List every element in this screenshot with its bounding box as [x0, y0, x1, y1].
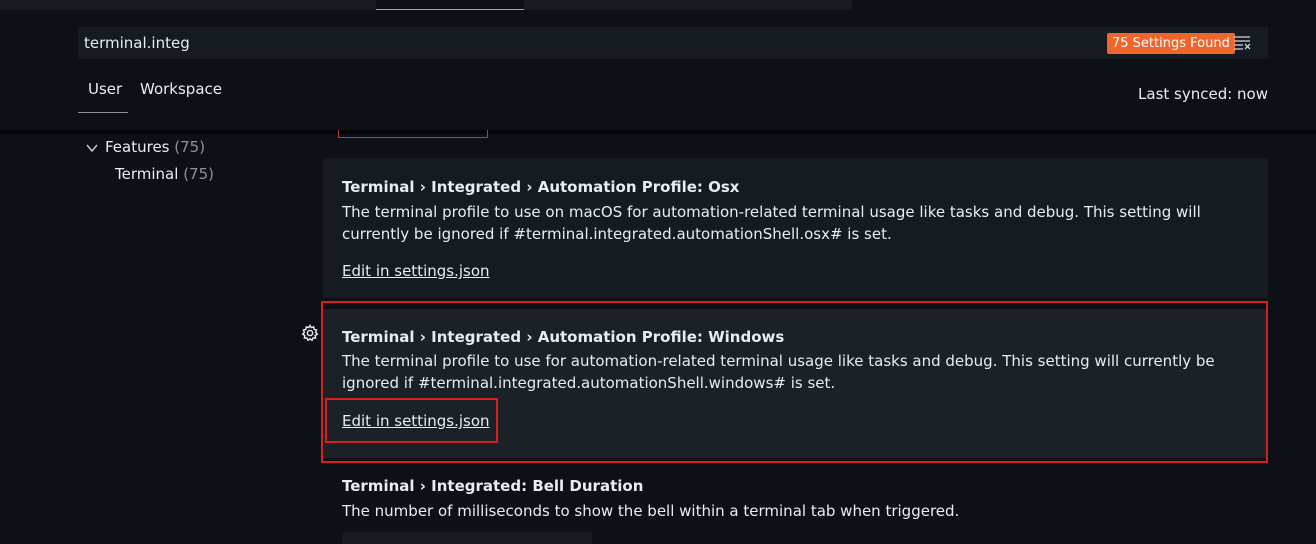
setting-description: The terminal profile to use on macOS for… — [342, 203, 1201, 243]
active-editor-tab[interactable] — [376, 0, 524, 10]
settings-search-bar: 75 Settings Found — [78, 27, 1268, 59]
edit-in-settings-json-link[interactable]: Edit in settings.json — [342, 262, 490, 280]
results-count-badge: 75 Settings Found — [1107, 33, 1235, 54]
header-divider — [0, 130, 1316, 134]
toc-features-count: (75) — [174, 138, 206, 156]
active-tab-indicator — [78, 112, 128, 113]
tab-workspace[interactable]: Workspace — [140, 80, 222, 98]
highlight-outline-link — [325, 398, 498, 443]
sync-status: Last synced: now — [1138, 85, 1268, 103]
toc-item-features[interactable]: Features (75) — [105, 138, 205, 156]
clear-filter-icon[interactable] — [1233, 35, 1253, 51]
chevron-down-icon[interactable] — [86, 142, 98, 154]
settings-search-input[interactable] — [84, 27, 684, 59]
setting-automation-profile-osx: Terminal › Integrated › Automation Profi… — [323, 158, 1268, 298]
previous-setting-control[interactable] — [338, 130, 488, 138]
editor-tab-bar — [0, 0, 852, 10]
bell-duration-input[interactable] — [342, 532, 592, 544]
setting-title: Terminal › Integrated › Automation Profi… — [342, 178, 740, 196]
setting-description-bell-duration: The number of milliseconds to show the b… — [342, 502, 960, 520]
gear-icon[interactable] — [301, 324, 319, 342]
tab-user[interactable]: User — [88, 80, 122, 98]
toc-features-label: Features — [105, 138, 170, 156]
setting-title-bell-duration: Terminal › Integrated: Bell Duration — [342, 477, 644, 495]
toc-terminal-count: (75) — [183, 165, 214, 183]
toc-terminal-label: Terminal — [115, 165, 179, 183]
toc-item-terminal[interactable]: Terminal (75) — [115, 165, 214, 183]
